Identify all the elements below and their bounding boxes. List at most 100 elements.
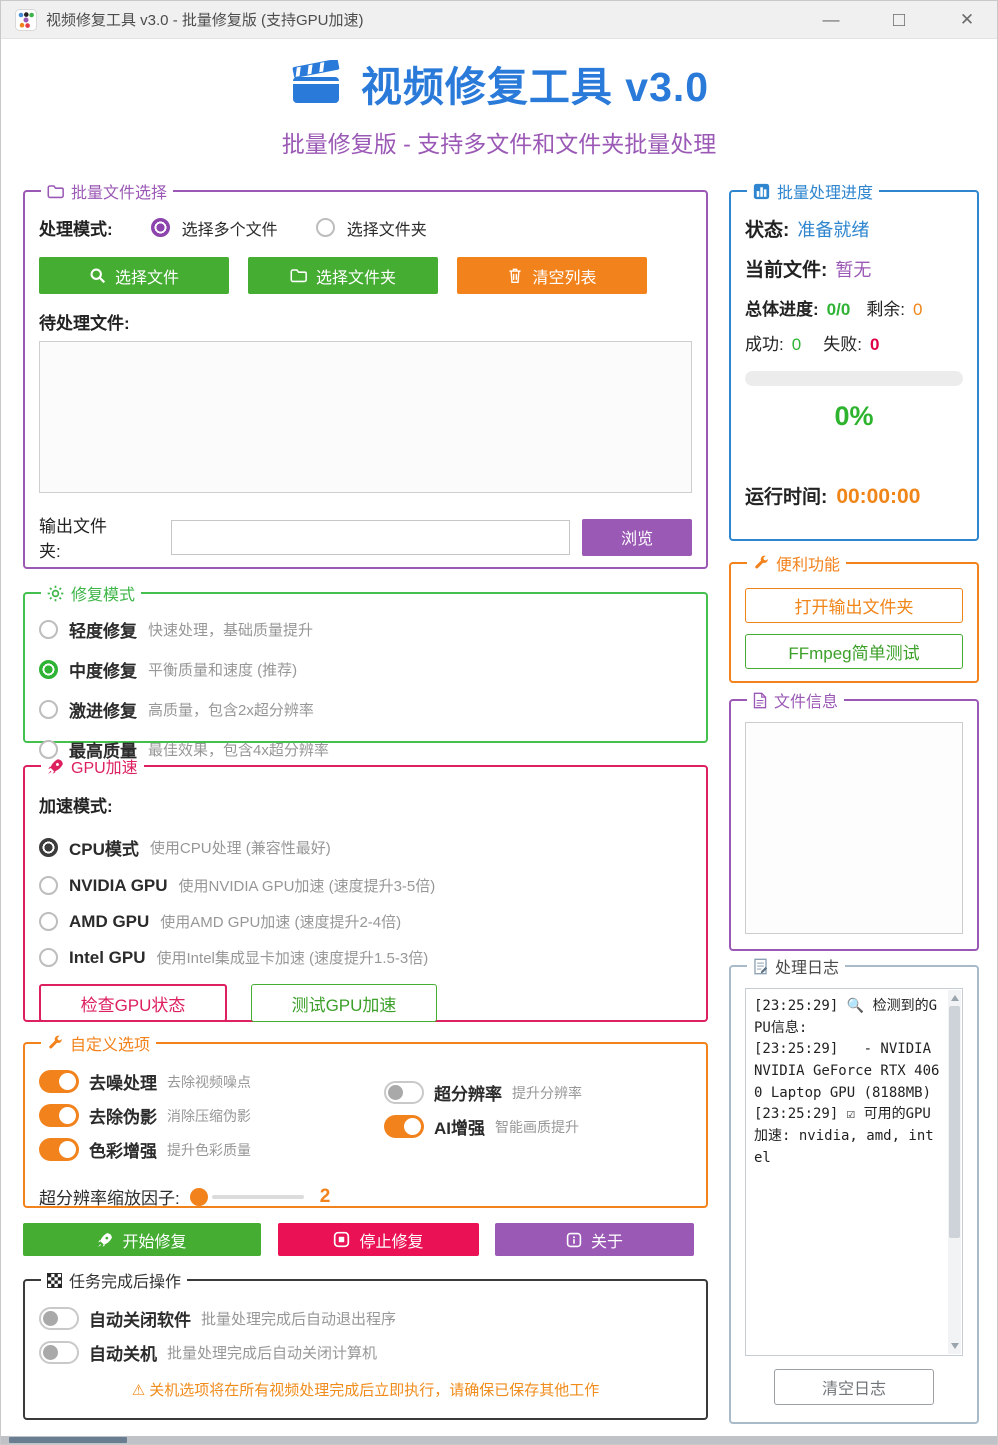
select-files-label: 选择文件 xyxy=(114,269,179,287)
log-output[interactable]: [23:25:29] 🔍 检测到的GPU信息: [23:25:29] - NVI… xyxy=(745,988,963,1356)
remaining-label: 剩余: xyxy=(866,300,906,319)
mode-label: 处理模式: xyxy=(39,220,113,239)
select-folder-label: 选择文件夹 xyxy=(315,269,396,287)
about-button[interactable]: 关于 xyxy=(495,1223,694,1256)
start-repair-button[interactable]: 开始修复 xyxy=(23,1223,261,1256)
overall-progress-bar xyxy=(745,371,963,386)
bottom-edge-strip xyxy=(1,1436,997,1444)
scale-factor-label: 超分辨率缩放因子: xyxy=(39,1189,180,1208)
fail-value: 0 xyxy=(869,335,880,354)
close-button-icon[interactable]: ✕ xyxy=(951,1,983,39)
taskbar-fragment xyxy=(9,1437,127,1443)
current-file-value: 暂无 xyxy=(835,260,872,280)
wrench-icon xyxy=(47,1035,63,1051)
pending-files-list[interactable] xyxy=(39,341,692,493)
checkered-flag-icon xyxy=(47,1272,62,1288)
toggle-switch-on[interactable] xyxy=(384,1115,424,1138)
test-gpu-accel-button[interactable]: 测试GPU加速 xyxy=(251,984,437,1022)
toggle-color-enhance[interactable]: 色彩增强 提升色彩质量 xyxy=(39,1137,384,1162)
minimize-button-icon[interactable]: — xyxy=(815,1,847,39)
fail-label: 失败: xyxy=(823,335,862,354)
radio-icon[interactable] xyxy=(39,876,58,895)
radio-folder-mode-label[interactable]: 选择文件夹 xyxy=(347,216,427,240)
scale-slider-knob[interactable] xyxy=(189,1187,208,1206)
folder-icon xyxy=(47,184,64,199)
toggle-switch-on[interactable] xyxy=(39,1138,79,1161)
toggle-switch-on[interactable] xyxy=(39,1070,79,1093)
scroll-down-arrow-icon[interactable] xyxy=(951,1343,959,1349)
check-gpu-status-button[interactable]: 检查GPU状态 xyxy=(39,984,227,1022)
log-line: [23:25:29] ☑ 可用的GPU加速: nvidia, amd, inte… xyxy=(754,1106,934,1166)
radio-icon[interactable] xyxy=(39,912,58,931)
radio-icon-selected[interactable] xyxy=(39,838,58,857)
group-batch-progress: 批量处理进度 状态: 准备就绪 当前文件: 暂无 总体进度: 0/0 剩余: 0… xyxy=(729,179,979,541)
success-label: 成功: xyxy=(745,335,784,354)
radio-icon[interactable] xyxy=(39,948,58,967)
scale-slider-track[interactable] xyxy=(211,1194,304,1199)
rocket-icon xyxy=(47,758,64,775)
accel-mode-label: 加速模式: xyxy=(39,797,113,816)
radio-option-cpu-mode[interactable]: CPU模式 使用CPU处理 (兼容性最好) xyxy=(39,835,692,860)
status-label: 状态: xyxy=(745,220,790,241)
overall-progress-label: 总体进度: xyxy=(745,300,819,319)
group-title: GPU加速 xyxy=(71,760,138,777)
clear-list-button[interactable]: 清空列表 xyxy=(457,257,647,294)
radio-folder-mode[interactable] xyxy=(315,218,335,237)
scrollbar-thumb[interactable] xyxy=(949,1006,960,1238)
group-title: 批量文件选择 xyxy=(71,185,168,202)
group-repair-mode: 修复模式 轻度修复 快速处理，基础质量提升 中度修复 平衡质量和速度 (推荐) … xyxy=(23,581,708,761)
group-file-info: 文件信息 xyxy=(729,688,979,951)
file-info-box[interactable] xyxy=(745,722,963,934)
toggle-switch-off[interactable] xyxy=(39,1341,79,1364)
open-output-folder-button[interactable]: 打开输出文件夹 xyxy=(745,588,963,623)
toggle-auto-close-app[interactable]: 自动关闭软件 批量处理完成后自动退出程序 xyxy=(39,1306,692,1331)
gear-icon xyxy=(47,585,64,602)
stop-icon xyxy=(333,1231,350,1248)
radio-option-light-repair[interactable]: 轻度修复 快速处理，基础质量提升 xyxy=(39,617,692,642)
stop-repair-button[interactable]: 停止修复 xyxy=(278,1223,479,1256)
overall-progress-value: 0/0 xyxy=(826,300,851,319)
toggle-switch-on[interactable] xyxy=(39,1104,79,1127)
radio-multi-files-label[interactable]: 选择多个文件 xyxy=(182,216,278,240)
group-title: 便利功能 xyxy=(776,557,841,574)
group-title: 文件信息 xyxy=(774,694,839,711)
select-folder-button[interactable]: 选择文件夹 xyxy=(248,257,438,294)
toggle-deartifact[interactable]: 去除伪影 消除压缩伪影 xyxy=(39,1103,384,1128)
select-files-button[interactable]: 选择文件 xyxy=(39,257,229,294)
success-value: 0 xyxy=(791,335,802,354)
browse-button[interactable]: 浏览 xyxy=(582,518,692,556)
remaining-value: 0 xyxy=(913,300,923,319)
radio-option-nvidia-gpu[interactable]: NVIDIA GPU 使用NVIDIA GPU加速 (速度提升3-5倍) xyxy=(39,875,692,896)
radio-icon[interactable] xyxy=(39,700,58,719)
radio-option-amd-gpu[interactable]: AMD GPU 使用AMD GPU加速 (速度提升2-4倍) xyxy=(39,911,692,932)
toggle-super-resolution[interactable]: 超分辨率 提升分辨率 xyxy=(384,1080,582,1105)
search-icon xyxy=(89,267,106,284)
toggle-switch-off[interactable] xyxy=(384,1081,424,1104)
group-title: 任务完成后操作 xyxy=(69,1274,182,1291)
toggle-auto-shutdown[interactable]: 自动关机 批量处理完成后自动关闭计算机 xyxy=(39,1340,692,1365)
radio-option-medium-repair[interactable]: 中度修复 平衡质量和速度 (推荐) xyxy=(39,657,692,682)
group-utilities: 便利功能 打开输出文件夹 FFmpeg简单测试 xyxy=(729,551,979,683)
start-repair-label: 开始修复 xyxy=(122,1233,187,1251)
app-icon xyxy=(15,8,37,31)
toggle-denoise[interactable]: 去噪处理 去除视频噪点 xyxy=(39,1069,384,1094)
page-title: 视频修复工具 v3.0 xyxy=(360,64,710,110)
radio-multi-files[interactable] xyxy=(150,218,170,237)
ffmpeg-test-button[interactable]: FFmpeg简单测试 xyxy=(745,634,963,669)
radio-icon[interactable] xyxy=(39,620,58,639)
toggle-switch-off[interactable] xyxy=(39,1307,79,1330)
status-value: 准备就绪 xyxy=(797,220,870,240)
clear-log-button[interactable]: 清空日志 xyxy=(774,1369,934,1405)
toggle-ai-enhance[interactable]: AI增强 智能画质提升 xyxy=(384,1114,582,1139)
radio-icon-selected[interactable] xyxy=(39,660,58,679)
scroll-up-arrow-icon[interactable] xyxy=(951,995,959,1001)
shutdown-warning-text: ⚠ 关机选项将在所有视频处理完成后立即执行，请确保已保存其他工作 xyxy=(131,1382,600,1399)
log-line: [23:25:29] - NVIDIA NVIDIA GeForce RTX 4… xyxy=(754,1041,940,1101)
scale-factor-value: 2 xyxy=(319,1185,331,1207)
log-scrollbar[interactable] xyxy=(948,990,961,1354)
maximize-button-icon[interactable]: □ xyxy=(883,1,915,39)
output-folder-input[interactable] xyxy=(170,519,571,555)
radio-option-intel-gpu[interactable]: Intel GPU 使用Intel集成显卡加速 (速度提升1.5-3倍) xyxy=(39,947,692,968)
radio-option-aggressive-repair[interactable]: 激进修复 高质量，包含2x超分辨率 xyxy=(39,697,692,722)
info-icon xyxy=(566,1232,582,1248)
